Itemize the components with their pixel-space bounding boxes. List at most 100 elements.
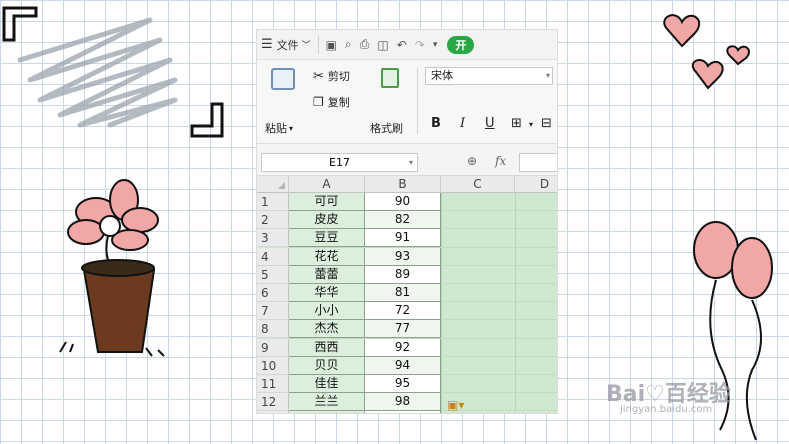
paste-icon[interactable] — [271, 68, 295, 90]
cell-name[interactable]: 贝贝 — [289, 356, 365, 375]
paste-button[interactable]: 粘贴 ▾ — [265, 120, 293, 136]
divider — [317, 35, 319, 54]
cell-score[interactable]: 93 — [365, 247, 441, 266]
menu-bar: ☰ 文件 ﹀ ▣ ⌕ ⎙ ◫ ↶ ↷ ▾ 开 — [257, 30, 557, 60]
cell-name[interactable]: 西西 — [289, 338, 365, 357]
font-name-select[interactable]: 宋体 ▾ — [425, 67, 553, 85]
column-header-c[interactable]: C — [441, 176, 515, 193]
cell-score[interactable]: 98 — [365, 393, 441, 412]
row-header[interactable]: 13 — [257, 411, 289, 413]
cut-label: 剪切 — [327, 70, 350, 83]
baidu-watermark: Bai♡百经验 jingyan.baidu.com — [606, 376, 731, 415]
cell-name[interactable]: 兰兰 — [289, 393, 365, 412]
formula-bar: E17 ▾ ⊕ fx — [257, 144, 557, 176]
brush-icon[interactable] — [381, 68, 399, 88]
flower-pot-doodle — [59, 179, 165, 357]
scissors-icon: ✂ — [313, 68, 324, 84]
cell-name[interactable]: 杰杰 — [289, 320, 365, 339]
gridline — [441, 193, 442, 413]
cell-name[interactable]: 皮皮 — [289, 211, 365, 230]
hearts-doodle — [663, 14, 750, 90]
spreadsheet-screenshot: ☰ 文件 ﹀ ▣ ⌕ ⎙ ◫ ↶ ↷ ▾ 开 粘贴 ▾ ✂ 剪切 ❐ 复制 格式… — [256, 29, 558, 414]
italic-button[interactable]: I — [460, 116, 465, 131]
border-icon[interactable]: ⊞ — [511, 116, 522, 131]
row-header[interactable]: 7 — [257, 302, 289, 321]
hamburger-icon: ☰ — [261, 37, 273, 52]
column-header-d[interactable]: D — [515, 176, 557, 193]
bold-button[interactable]: B — [431, 116, 441, 131]
cell-score[interactable]: 82 — [365, 211, 441, 230]
file-menu-label: 文件 — [276, 38, 299, 52]
print-preview-icon[interactable]: ◫ — [373, 38, 392, 52]
chevron-down-icon[interactable]: ▾ — [529, 120, 533, 129]
underline-button[interactable]: U — [485, 116, 495, 131]
scribble-doodle — [17, 17, 178, 128]
format-painter-icon[interactable]: ⌕ — [341, 37, 356, 52]
cell-name[interactable]: 小小 — [289, 302, 365, 321]
format-painter-button[interactable]: 格式刷 — [370, 120, 403, 136]
cell-name[interactable]: 洋洋 — [289, 411, 365, 413]
save-icon[interactable]: ▣ — [322, 38, 341, 52]
copy-icon: ❐ — [313, 95, 324, 109]
format-painter-label: 格式刷 — [370, 122, 403, 135]
zoom-search-icon[interactable]: ⊕ — [467, 154, 477, 168]
chevron-down-icon: ▾ — [545, 71, 550, 80]
row-header[interactable]: 4 — [257, 247, 289, 266]
cut-button[interactable]: ✂ 剪切 — [313, 68, 350, 84]
cell-score[interactable]: 88 — [365, 411, 441, 413]
paste-label: 粘贴 — [265, 122, 287, 135]
column-header-b[interactable]: B — [365, 176, 441, 193]
corner-bracket-doodle-2 — [190, 102, 224, 138]
cell-name[interactable]: 花花 — [289, 247, 365, 266]
sheet-grid: ABCD 1 可可 90 2 皮皮 82 3 豆豆 91 4 花花 93 5 蕾蕾 89 6 华华 81 7 小小 72… — [257, 176, 557, 413]
row-header[interactable]: 8 — [257, 320, 289, 339]
cell-score[interactable]: 90 — [365, 193, 441, 211]
cell-score[interactable]: 92 — [365, 338, 441, 357]
ribbon-toolbar: 粘贴 ▾ ✂ 剪切 ❐ 复制 格式刷 宋体 ▾ B I U ⊞ ▾ ⊟ — [257, 60, 557, 144]
row-header[interactable]: 2 — [257, 211, 289, 230]
row-header[interactable]: 11 — [257, 375, 289, 393]
cell-score[interactable]: 81 — [365, 284, 441, 302]
cell-score[interactable]: 72 — [365, 302, 441, 321]
row-header[interactable]: 9 — [257, 338, 289, 357]
column-header-a[interactable]: A — [289, 176, 365, 193]
menu-button[interactable]: ☰ 文件 ﹀ — [257, 30, 315, 60]
cell-score[interactable]: 77 — [365, 320, 441, 339]
select-all-corner[interactable] — [257, 176, 289, 193]
copy-button[interactable]: ❐ 复制 — [313, 94, 350, 110]
copy-label: 复制 — [327, 96, 350, 109]
chevron-down-icon: ▾ — [408, 158, 413, 167]
cell-score[interactable]: 95 — [365, 375, 441, 393]
fill-color-icon[interactable]: ⊟ — [541, 116, 552, 131]
cell-score[interactable]: 94 — [365, 356, 441, 375]
row-header[interactable]: 12 — [257, 393, 289, 412]
row-header[interactable]: 5 — [257, 265, 289, 284]
redo-icon[interactable]: ↷ — [411, 38, 429, 52]
cell-score[interactable]: 91 — [365, 229, 441, 248]
row-header[interactable]: 6 — [257, 284, 289, 302]
cell-name[interactable]: 豆豆 — [289, 229, 365, 248]
row-header[interactable]: 1 — [257, 193, 289, 211]
gridline — [515, 193, 516, 413]
chevron-down-icon: ﹀ — [301, 41, 311, 51]
undo-icon[interactable]: ↶ — [393, 38, 411, 52]
cell-name[interactable]: 蕾蕾 — [289, 265, 365, 284]
font-name-value: 宋体 — [431, 69, 453, 82]
cell-name[interactable]: 佳佳 — [289, 375, 365, 393]
name-box-value: E17 — [329, 156, 350, 169]
corner-bracket-doodle — [2, 6, 38, 42]
row-header[interactable]: 3 — [257, 229, 289, 248]
function-icon[interactable]: fx — [495, 154, 506, 168]
cell-score[interactable]: 89 — [365, 265, 441, 284]
cell-name[interactable]: 可可 — [289, 193, 365, 211]
ribbon-separator — [417, 68, 418, 134]
paste-options-icon[interactable]: ▣▾ — [447, 398, 464, 412]
formula-input[interactable] — [519, 153, 557, 172]
more-chevron-icon[interactable]: ▾ — [429, 40, 442, 50]
cell-name[interactable]: 华华 — [289, 284, 365, 302]
row-header[interactable]: 10 — [257, 356, 289, 375]
name-box[interactable]: E17 ▾ — [261, 153, 418, 172]
print-icon[interactable]: ⎙ — [356, 37, 374, 52]
chevron-down-icon: ▾ — [289, 123, 294, 133]
start-tab-button[interactable]: 开 — [447, 35, 475, 54]
